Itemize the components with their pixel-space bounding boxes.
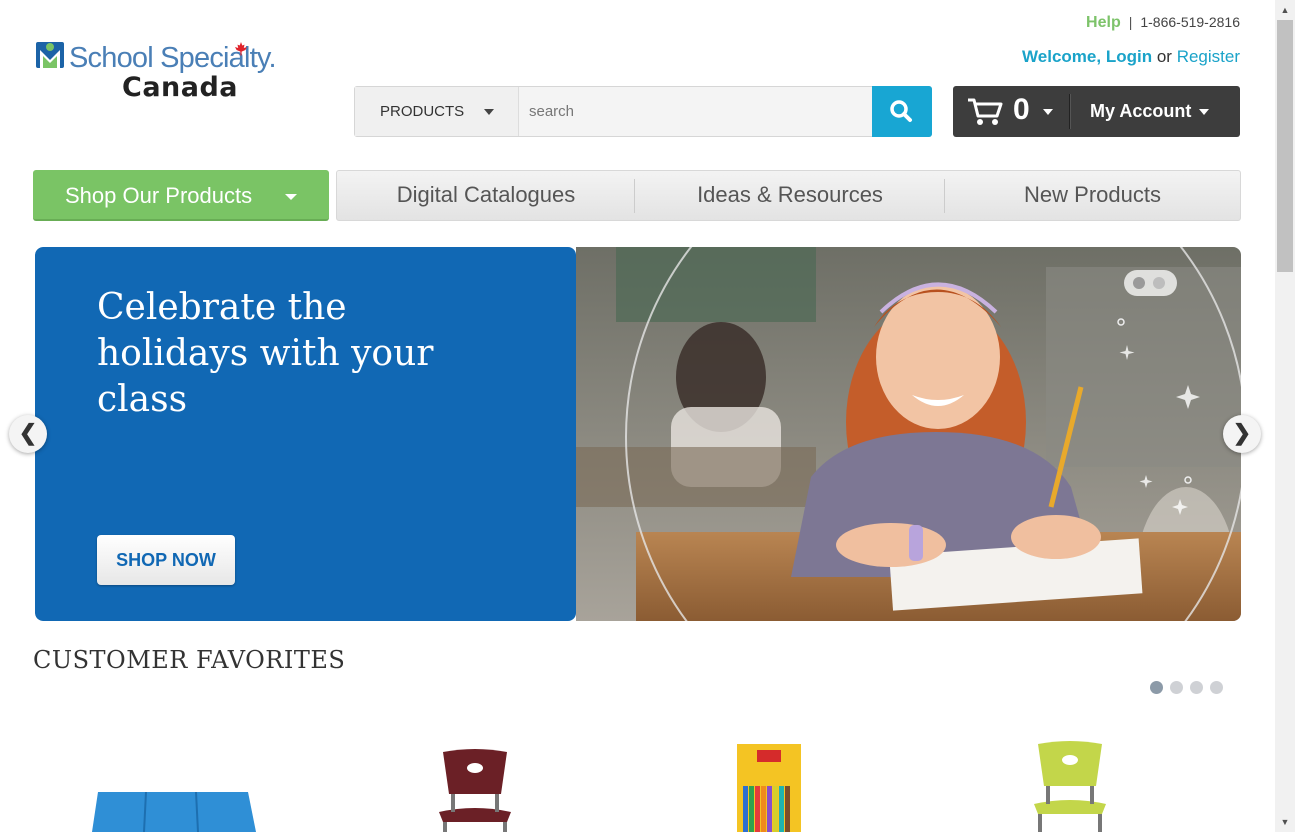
page-scrollbar[interactable]: ▲ ▼ xyxy=(1275,0,1295,832)
search-category-label: PRODUCTS xyxy=(380,103,465,120)
favorites-pager-dot[interactable] xyxy=(1210,681,1223,694)
or-text: or xyxy=(1156,47,1172,66)
hero-panel: Celebrate the holidays with your class S… xyxy=(35,247,576,621)
page: School Specialty. Canada Help | 1-866-519-… xyxy=(0,0,1295,832)
phone-number: 1-866-519-2816 xyxy=(1140,14,1240,30)
hero-photo xyxy=(576,247,1241,621)
scrollbar-thumb[interactable] xyxy=(1277,20,1293,272)
shop-products-button[interactable]: Shop Our Products xyxy=(33,170,329,221)
search-category-dropdown[interactable]: PRODUCTS xyxy=(355,87,519,136)
search-button[interactable] xyxy=(872,86,932,137)
nav-item-ideas-resources[interactable]: Ideas & Resources xyxy=(635,171,945,220)
main-nav: Digital Catalogues Ideas & Resources New… xyxy=(336,170,1241,221)
logo-mark-icon xyxy=(36,42,64,68)
welcome-text: Welcome, xyxy=(1022,47,1102,66)
separator: | xyxy=(1128,14,1133,30)
favorites-pager-dot[interactable] xyxy=(1170,681,1183,694)
nav-item-new-products[interactable]: New Products xyxy=(945,171,1240,220)
favorites-pager xyxy=(1150,681,1230,699)
top-links: Help | 1-866-519-2816 xyxy=(1086,14,1240,32)
chevron-right-icon: ❯ xyxy=(1232,420,1252,445)
hero-pager xyxy=(1124,270,1177,296)
hero-headline: Celebrate the holidays with your class xyxy=(97,287,434,420)
hero-carousel: Celebrate the holidays with your class S… xyxy=(35,247,1241,621)
carousel-next-button[interactable]: ❯ xyxy=(1223,415,1261,453)
product-image-green-chair[interactable] xyxy=(1030,740,1110,832)
login-link[interactable]: Login xyxy=(1106,47,1152,66)
cart-icon[interactable] xyxy=(967,97,1003,127)
chevron-down-icon xyxy=(285,194,297,200)
maple-leaf-icon xyxy=(235,42,247,56)
cart-count[interactable]: 0 xyxy=(1013,93,1030,127)
shop-products-label: Shop Our Products xyxy=(65,183,253,208)
chevron-down-icon xyxy=(484,109,494,115)
hero-pager-dot[interactable] xyxy=(1153,277,1165,289)
chevron-down-icon[interactable] xyxy=(1043,109,1053,115)
help-link[interactable]: Help xyxy=(1086,14,1121,31)
section-title: CUSTOMER FAVORITES xyxy=(33,646,346,674)
product-image-maroon-chair[interactable] xyxy=(435,748,515,832)
cart-account-bar: 0 My Account xyxy=(953,86,1240,137)
product-image-rest-mat[interactable] xyxy=(88,784,258,832)
hero-pager-dot[interactable] xyxy=(1133,277,1145,289)
welcome-bar: Welcome, Login or Register xyxy=(1022,47,1240,67)
carousel-prev-button[interactable]: ❮ xyxy=(9,415,47,453)
shop-now-button[interactable]: SHOP NOW xyxy=(97,535,235,585)
site-logo[interactable]: School Specialty. Canada xyxy=(36,36,296,104)
divider xyxy=(1069,94,1070,129)
logo-country: Canada xyxy=(122,72,239,103)
scroll-up-icon[interactable]: ▲ xyxy=(1275,0,1295,20)
my-account-button[interactable]: My Account xyxy=(1090,101,1191,122)
chevron-left-icon: ❮ xyxy=(18,420,38,445)
search-bar: PRODUCTS xyxy=(354,86,932,137)
search-icon xyxy=(890,100,912,122)
register-link[interactable]: Register xyxy=(1177,47,1240,66)
chevron-down-icon[interactable] xyxy=(1199,109,1209,115)
search-input[interactable] xyxy=(520,87,873,136)
scroll-down-icon[interactable]: ▼ xyxy=(1275,812,1295,832)
favorites-pager-dot[interactable] xyxy=(1150,681,1163,694)
favorites-pager-dot[interactable] xyxy=(1190,681,1203,694)
nav-item-digital-catalogues[interactable]: Digital Catalogues xyxy=(337,171,635,220)
product-image-colored-pencils[interactable] xyxy=(735,742,805,832)
